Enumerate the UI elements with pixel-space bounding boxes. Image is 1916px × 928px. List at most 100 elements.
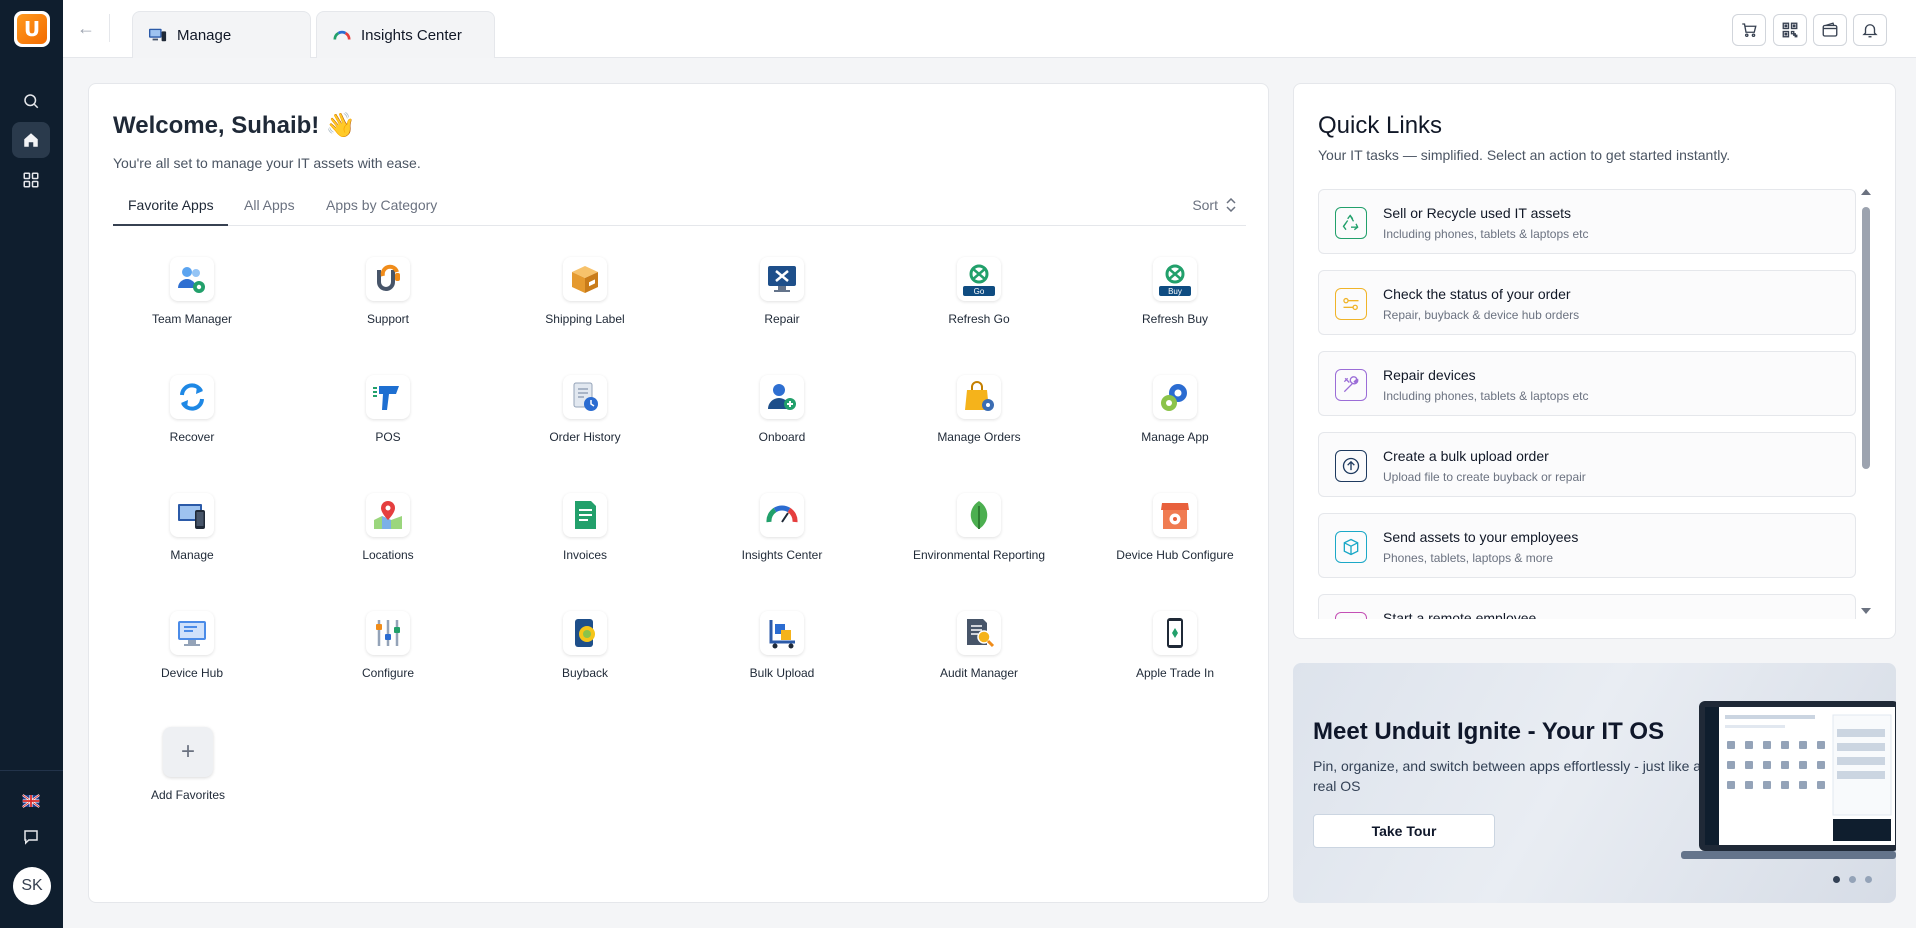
scroll-up-arrow-icon[interactable] [1861, 189, 1871, 195]
app-manage-app[interactable]: Manage App [1095, 375, 1255, 446]
quick-link-title: Check the status of your order [1383, 286, 1571, 302]
app-label: Audit Manager [939, 666, 1019, 680]
app-label: Invoices [562, 548, 608, 562]
quick-links-title: Quick Links [1318, 112, 1443, 139]
onboard-user-icon [760, 375, 804, 419]
app-recover[interactable]: Recover [112, 375, 272, 446]
carousel-dot[interactable] [1849, 876, 1856, 883]
app-support[interactable]: Support [308, 257, 468, 328]
tab-manage[interactable]: Manage [132, 11, 311, 58]
app-bulk-upload[interactable]: Bulk Upload [702, 611, 862, 682]
app-label: Buyback [561, 666, 609, 680]
quick-link-send-assets[interactable]: Send assets to your employees Phones, ta… [1318, 513, 1856, 578]
take-tour-button[interactable]: Take Tour [1313, 814, 1495, 848]
tab-all-apps[interactable]: All Apps [244, 197, 295, 213]
quick-link-title: Create a bulk upload order [1383, 448, 1549, 464]
promo-banner: Meet Unduit Ignite - Your IT OS Pin, org… [1293, 663, 1896, 903]
user-avatar[interactable]: SK [13, 867, 51, 905]
add-favorites-button[interactable]: + Add Favorites [108, 727, 268, 804]
carousel-dot[interactable] [1833, 876, 1840, 883]
sliders-icon [366, 611, 410, 655]
quick-link-repair-devices[interactable]: Repair devices Including phones, tablets… [1318, 351, 1856, 416]
chat-icon[interactable] [12, 819, 50, 855]
app-device-hub-configure[interactable]: Device Hub Configure [1095, 493, 1255, 564]
support-icon [366, 257, 410, 301]
app-label: Device Hub Configure [1116, 548, 1234, 562]
app-manage-orders[interactable]: Manage Orders [899, 375, 1059, 446]
add-favorites-label: Add Favorites [150, 788, 226, 802]
search-icon[interactable] [12, 83, 50, 119]
pos-scanner-icon [366, 375, 410, 419]
app-refresh-go[interactable]: Go Refresh Go [899, 257, 1059, 328]
home-icon[interactable] [12, 122, 50, 158]
scroll-down-arrow-icon[interactable] [1861, 608, 1871, 614]
app-locations[interactable]: Locations [308, 493, 468, 564]
bell-icon[interactable] [1853, 14, 1887, 46]
quick-link-bulk-upload[interactable]: Create a bulk upload order Upload file t… [1318, 432, 1856, 497]
topbar-divider [109, 14, 110, 42]
app-onboard[interactable]: Onboard [702, 375, 862, 446]
app-invoices[interactable]: Invoices [505, 493, 665, 564]
app-label: Refresh Go [948, 312, 1010, 326]
uk-flag-icon[interactable] [12, 783, 50, 819]
tab-apps-by-category[interactable]: Apps by Category [326, 197, 437, 213]
qr-code-icon[interactable] [1773, 14, 1807, 46]
app-label: Configure [361, 666, 415, 680]
app-team-manager[interactable]: Team Manager [112, 257, 272, 328]
svg-text:Go: Go [974, 287, 985, 296]
app-shipping-label[interactable]: Shipping Label [505, 257, 665, 328]
app-buyback[interactable]: Buyback [505, 611, 665, 682]
app-manage[interactable]: Manage [112, 493, 272, 564]
insights-gauge-icon [333, 30, 351, 40]
recycle-icon [1335, 207, 1367, 239]
wallet-icon[interactable] [1813, 14, 1847, 46]
quick-link-sell-recycle[interactable]: Sell or Recycle used IT assets Including… [1318, 189, 1856, 254]
sort-label: Sort [1192, 197, 1218, 213]
quick-link-subtitle: Including phones, tablets & laptops etc [1383, 227, 1589, 241]
repair-icon [1335, 369, 1367, 401]
app-audit-manager[interactable]: Audit Manager [899, 611, 1059, 682]
tab-insights-center[interactable]: Insights Center [316, 11, 495, 58]
sort-button[interactable]: Sort [1192, 197, 1236, 213]
quick-link-remote-employee[interactable]: Start a remote employee [1318, 594, 1856, 619]
app-device-hub[interactable]: Device Hub [112, 611, 272, 682]
team-manager-icon [170, 257, 214, 301]
app-label: Repair [764, 312, 800, 326]
carousel-dot[interactable] [1865, 876, 1872, 883]
main-card: Welcome, Suhaib! 👋 You're all set to man… [88, 83, 1269, 903]
insights-gauge-icon [760, 493, 804, 537]
app-label: Refresh Buy [1141, 312, 1209, 326]
app-configure[interactable]: Configure [308, 611, 468, 682]
app-label: Apple Trade In [1135, 666, 1215, 680]
quick-link-order-status[interactable]: Check the status of your order Repair, b… [1318, 270, 1856, 335]
leaf-icon [957, 493, 1001, 537]
app-refresh-buy[interactable]: Buy Refresh Buy [1095, 257, 1255, 328]
quick-links-scrollbar[interactable] [1860, 189, 1872, 614]
invoice-icon [563, 493, 607, 537]
quick-link-title: Send assets to your employees [1383, 529, 1579, 545]
tab-manage-label: Manage [177, 26, 232, 44]
monitor-icon [170, 611, 214, 655]
quick-link-title: Repair devices [1383, 367, 1476, 383]
scroll-thumb[interactable] [1862, 207, 1870, 469]
app-label: Device Hub [160, 666, 224, 680]
app-label: Manage Orders [937, 430, 1021, 444]
quick-links-list: Sell or Recycle used IT assets Including… [1318, 189, 1856, 619]
repair-tools-icon [760, 257, 804, 301]
app-environmental-reporting[interactable]: Environmental Reporting [899, 493, 1059, 564]
unduit-logo[interactable]: U [14, 11, 50, 47]
app-pos[interactable]: POS [308, 375, 468, 446]
gears-icon [1153, 375, 1197, 419]
shopping-bag-gear-icon [957, 375, 1001, 419]
app-insights-center[interactable]: Insights Center [702, 493, 862, 564]
cart-icon[interactable] [1732, 14, 1766, 46]
sidebar: U SK [0, 0, 63, 928]
app-order-history[interactable]: Order History [505, 375, 665, 446]
sidebar-divider [0, 770, 63, 771]
app-apple-trade-in[interactable]: Apple Trade In [1095, 611, 1255, 682]
tab-insights-label: Insights Center [361, 26, 462, 44]
tab-favorite-apps[interactable]: Favorite Apps [128, 197, 214, 213]
back-arrow-icon[interactable]: ← [77, 18, 95, 39]
apps-grid-icon[interactable] [12, 162, 50, 198]
app-repair[interactable]: Repair [702, 257, 862, 328]
